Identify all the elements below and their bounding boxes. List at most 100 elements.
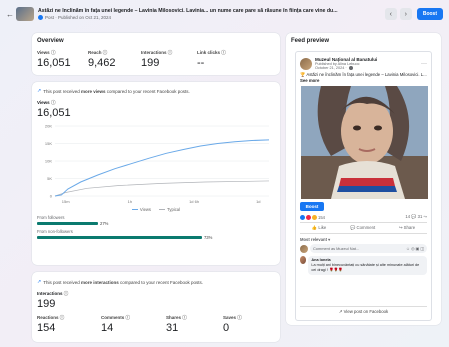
comment-count-icon: 💬 [411,214,417,220]
comment-text: La mulți ani binecuvântați cu sănătate ș… [311,263,420,272]
x-tick-label: 1d [256,199,260,204]
metric-value: 14 [101,322,114,334]
like-label: Like [318,225,327,231]
comment-item: Ana Ionela La mulți ani binecuvântați cu… [296,254,431,277]
post-text: 🏆 Astăzi ne înclinăm în fața unei legend… [296,72,431,86]
info-icon[interactable]: ⓘ [182,315,187,320]
comments-count[interactable]: 14 [405,214,410,219]
metric-label: Link clicks [197,50,221,55]
legend-views-label: Views [139,207,152,212]
comment-input-row: Comment as Muzeul Nat... ☺ ◎ ▣ ◫ [296,243,431,254]
comment-icon: 💬 [349,225,356,231]
right-eye [374,125,382,131]
info-icon[interactable]: ⓘ [64,291,69,296]
y-tick-label: 20K [45,123,52,128]
views-line-chart: 0 5K 10K 15K 20K 15m 1h 1d 6h 1d [45,123,270,204]
share-action[interactable]: ↪ Share [399,225,415,231]
view-on-facebook-link[interactable]: ↗ View post on Facebook [300,306,427,317]
metric-value: 31 [166,322,179,334]
info-icon[interactable]: ⓘ [221,50,226,55]
legend-typical-label: Typical [167,207,181,212]
comment-sort-label: Most relevant [300,237,327,243]
comment-input[interactable]: Comment as Muzeul Nat... ☺ ◎ ▣ ◫ [310,244,427,254]
emoji-tools-icon[interactable]: ☺ ◎ ▣ ◫ [406,246,424,251]
followers-percent: 27% [100,221,109,226]
globe-icon [348,66,353,70]
see-more-link[interactable]: See more [300,78,319,83]
note-emphasis: more views [80,88,106,94]
metric-shares: Shares ⓘ 31 [166,315,223,334]
info-icon[interactable]: ⓘ [237,315,242,320]
trend-up-icon: ↗ [37,279,42,285]
like-action[interactable]: 👍 Like [312,225,326,231]
reactions-count[interactable]: 154 [318,215,325,220]
thumbs-up-icon: 👍 [311,225,318,231]
post-boost-button[interactable]: Boost [300,202,324,212]
post-text-body: Astăzi ne înclinăm în fața unei legende … [306,72,427,77]
comment-author-name[interactable]: Ana Ionela [311,258,330,262]
metric-value: 0 [223,322,230,334]
post-image[interactable] [301,86,428,200]
post-date-row: October 21, 2024 · [315,66,377,70]
x-tick-label: 1d 6h [189,199,199,204]
next-post-button[interactable]: › [399,8,412,20]
comment-bubble: Ana Ionela La mulți ani binecuvântați cu… [308,256,427,275]
info-icon[interactable]: ⓘ [103,50,108,55]
series-line-views [54,139,270,197]
leotard-stripe-blue [337,186,397,193]
love-reaction-icon [306,214,311,220]
overview-card: Overview Views ⓘ 16,051 Reach ⓘ 9,462 In… [32,33,280,75]
back-arrow-icon[interactable]: ← [6,10,16,19]
post-date: October 21, 2024 · [315,66,347,70]
gymnast-photo [301,86,428,200]
post-title: Astăzi ne înclinăm în fața unei legende … [38,8,338,14]
shares-count[interactable]: 31 [418,214,423,219]
care-reaction-icon [312,214,317,220]
info-icon[interactable]: ⓘ [126,315,131,320]
feed-preview-card: Feed preview Muzeul Național al Banatulu… [286,33,441,325]
metric-reactions: Reactions ⓘ 154 [37,315,101,334]
note-suffix: compared to your recent Facebook posts. [105,88,190,94]
trend-up-icon: ↗ [37,88,42,94]
info-icon[interactable]: ⓘ [51,100,56,105]
comment-action[interactable]: 💬 Comment [350,225,375,231]
comment-label: Comment [356,225,376,231]
share-label: Share [403,225,416,231]
metric-value: 16,051 [37,57,71,69]
metric-link-clicks: Link clicks ⓘ -- [197,50,245,69]
metric-label: Reactions [37,315,59,320]
post-published-date: Post · Published on Oct 21, 2024 [45,15,112,20]
legend-views: Views [131,207,152,212]
chevron-right-icon: › [404,10,407,18]
commenter-avatar [300,244,308,253]
previous-post-button[interactable]: ‹ [384,8,397,20]
boost-button[interactable]: Boost [416,8,443,20]
post-header: ← Astăzi ne înclinăm în fața unei legend… [0,0,449,28]
note-emphasis: more interactions [80,279,119,285]
interaction-breakdown: Reactions ⓘ 154 Comments ⓘ 14 Shares ⓘ 3… [37,315,275,334]
metric-value: 199 [141,57,160,69]
interactions-card: ↗ This post received more interactions c… [32,272,280,342]
metric-comments: Comments ⓘ 14 [101,315,166,334]
chevron-left-icon: ‹ [389,10,392,18]
views-value: 16,051 [37,107,71,119]
post-actions: 👍 Like 💬 Comment ↪ Share [300,222,427,235]
roses-emoji-icon: 🌹🌹🌹 [328,268,344,272]
comment-sort-dropdown[interactable]: Most relevant ▾ [296,236,431,243]
more-options-icon[interactable]: ··· [421,61,427,67]
external-link-icon: ↗ [338,309,343,314]
metric-views: Views ⓘ 16,051 [37,50,88,69]
series-line-typical [54,180,270,197]
page-avatar[interactable] [300,57,312,70]
face [341,98,393,165]
feed-post: Muzeul Național al Banatului Published b… [295,51,432,321]
metric-label: Interactions [141,50,167,55]
comment-author-avatar[interactable] [300,256,307,265]
metric-label: Views [37,50,50,55]
info-icon[interactable]: ⓘ [60,315,65,320]
metric-value: -- [197,57,205,69]
y-tick-label: 5K [47,176,52,181]
info-icon[interactable]: ⓘ [51,50,56,55]
globe-icon [38,15,43,20]
info-icon[interactable]: ⓘ [168,50,173,55]
